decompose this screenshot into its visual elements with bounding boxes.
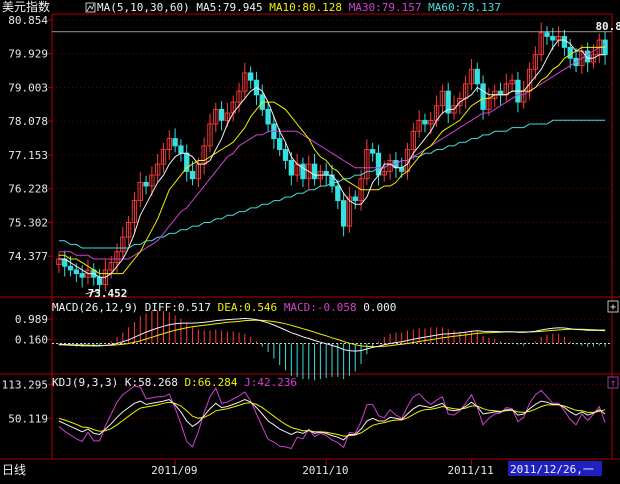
kdj-tick-label: 113.295 — [2, 378, 48, 391]
x-tick-label: 2011/10 — [302, 464, 348, 477]
kdj-header: KDJ(9,3,3) K:58.268 D:66.284 J:42.236 — [52, 376, 297, 389]
price-tick-label: 77.153 — [8, 149, 48, 162]
candle-body — [277, 138, 283, 150]
kdj-tick-label: 50.119 — [8, 412, 48, 425]
dea-value-label: DEA:0.546 — [218, 301, 284, 314]
candle-body — [189, 170, 196, 180]
macd-plus-button-label: + — [610, 302, 616, 313]
j-value-label: J:42.236 — [244, 376, 297, 389]
x-tick-label: 2011/09 — [151, 464, 197, 477]
period-label[interactable]: 日线 — [2, 463, 26, 477]
candle-body — [288, 160, 294, 176]
candle-body — [218, 108, 225, 121]
chart-title: 美元指数 — [2, 0, 50, 14]
ma-params-label: MA(5,10,30,60) — [97, 1, 196, 14]
kdj-params-label: KDJ(9,3,3) — [52, 376, 125, 389]
price-tick-label: 79.003 — [8, 81, 48, 94]
candle-body — [323, 170, 329, 176]
chart-canvas[interactable]: 80.854 79.929 79.003 78.078 77.153 76.228 75.3… — [0, 0, 620, 480]
candle-body — [422, 119, 428, 125]
x-tick-label: 2011/11 — [447, 464, 493, 477]
candle-body — [73, 269, 79, 275]
candle-body — [184, 152, 190, 172]
macd-header: MACD(26,12,9) DIFF:0.517 DEA:0.546 MACD:… — [52, 301, 396, 314]
candle-body — [370, 149, 376, 154]
candle-body — [311, 163, 318, 180]
candle-body — [96, 276, 103, 285]
candle-body — [567, 46, 573, 59]
candle-body — [352, 196, 358, 202]
k-value-label: K:58.268 — [125, 376, 185, 389]
candle-body — [248, 72, 254, 81]
candle-body — [335, 185, 341, 202]
candle-body — [550, 35, 556, 41]
price-tick-label: 79.929 — [8, 48, 48, 61]
candle-body — [480, 83, 486, 110]
kdj-up-button-label: ↑ — [610, 378, 616, 389]
price-tick-label: 78.078 — [8, 115, 48, 128]
macd-tick-label: 0.989 — [15, 313, 48, 326]
candle-body — [399, 167, 405, 172]
price-tick-label: 76.228 — [8, 183, 48, 196]
high-value-label: 80.854 — [595, 20, 620, 33]
candle-body — [265, 108, 271, 125]
ma10-value-label: MA10:80.128 — [269, 1, 348, 14]
diff-value-label: DIFF:0.517 — [145, 301, 218, 314]
stock-chart[interactable]: 80.854 79.929 79.003 78.078 77.153 76.228 75.3… — [0, 0, 620, 480]
candle-body — [561, 35, 568, 48]
low-value-label: 73.452 — [88, 287, 128, 300]
candle-body — [497, 90, 504, 96]
price-tick-label: 74.377 — [8, 250, 48, 263]
candle-body — [474, 68, 480, 85]
macd-params-label: MACD(26,12,9) — [52, 301, 145, 314]
macd-value-label: MACD:-0.058 — [284, 301, 363, 314]
price-tick-label: 75.302 — [8, 216, 48, 229]
candle-body — [143, 181, 149, 187]
ma60-value-label: MA60:78.137 — [428, 1, 501, 14]
candle-body — [340, 200, 347, 227]
cursor-date-label: 2011/12/26,一 — [510, 463, 594, 476]
candle-body — [282, 149, 289, 161]
d-value-label: D:66.284 — [184, 376, 244, 389]
ma-header: MA(5,10,30,60) MA5:79.945 MA10:80.128 MA… — [97, 1, 501, 14]
candle-body — [178, 145, 184, 154]
ma5-value-label: MA5:79.945 — [196, 1, 269, 14]
zero-value-label: 0.000 — [363, 301, 396, 314]
macd-tick-label: 0.160 — [15, 334, 48, 347]
candle-body — [544, 32, 550, 37]
candle-body — [172, 138, 178, 147]
candle-body — [67, 265, 74, 271]
candle-body — [79, 273, 85, 278]
price-tick-label: 80.854 — [8, 14, 48, 27]
ma30-value-label: MA30:79.157 — [349, 1, 428, 14]
